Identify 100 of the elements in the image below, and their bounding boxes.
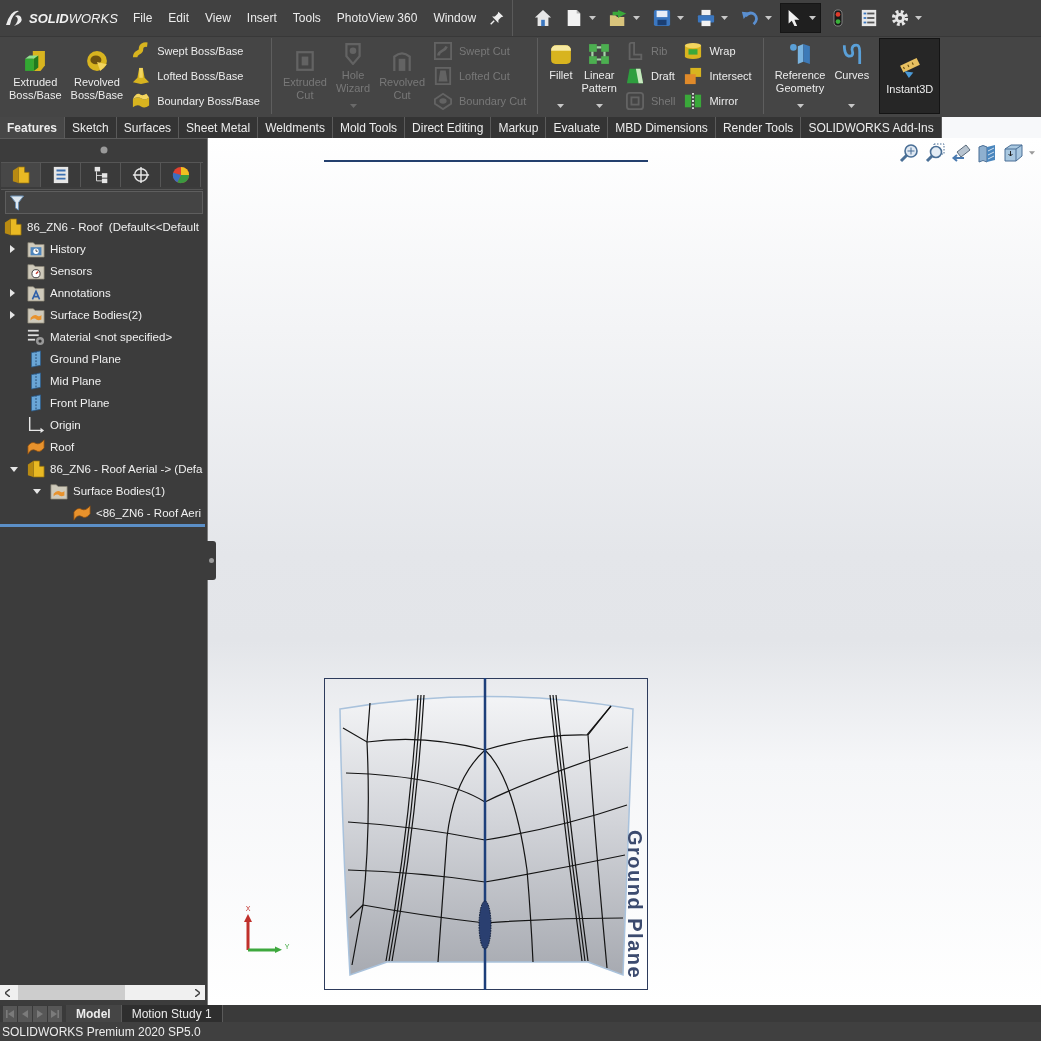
panel-handle-icon[interactable] [207,541,216,580]
filter-field[interactable] [5,191,203,214]
panel-grip-icon[interactable] [99,145,108,154]
list-icon [860,9,879,27]
caret-icon[interactable] [915,16,923,20]
hatched-block-icon[interactable] [977,143,997,163]
cut-ring-icon [391,50,414,72]
cut-block-icon [293,50,316,72]
ribbon-button[interactable]: Revolved Boss/Base [67,38,127,114]
tree-item[interactable]: History [27,240,86,258]
zoom-area-icon[interactable] [925,143,945,163]
tree-item[interactable]: Ground Plane [27,350,121,368]
ribbon-button[interactable]: Mirror [681,88,755,114]
y-axis-arrow [248,946,282,953]
bottom-tab[interactable]: Model [66,1005,122,1022]
scrollbar-thumb[interactable] [18,985,125,1000]
tree-item[interactable]: 86_ZN6 - Roof Aerial -> (Defa [27,460,203,478]
caret-icon[interactable] [809,16,817,20]
planes-icon [789,43,811,65]
command-tab[interactable]: Sheet Metal [179,117,259,138]
logo-text: SOLIDWORKS [29,10,118,26]
surface-icon [73,504,91,522]
ribbon-button[interactable]: Reference Geometry [771,38,829,114]
menu-item[interactable]: Insert [238,8,285,28]
horizontal-scrollbar[interactable] [0,985,205,1000]
tree-item[interactable]: Surface Bodies(2) [27,306,143,324]
ruler-icon [898,56,921,79]
caret-icon[interactable] [765,16,773,20]
ribbon-button[interactable]: Swept Boss/Base [129,38,263,64]
ribbon-button[interactable]: Intersect [681,63,755,89]
caret-icon[interactable] [633,16,641,20]
caret-icon[interactable] [677,16,685,20]
expand-arrow-icon[interactable] [10,311,15,319]
menu-item[interactable]: Edit [160,8,198,28]
ribbon-button[interactable]: Curves [831,38,873,114]
rounded-cube-icon [549,43,572,65]
command-tab[interactable]: Weldments [258,117,333,138]
sphere-icon [171,166,190,184]
tree-item[interactable]: Surface Bodies(1) [50,482,166,500]
command-tab[interactable]: Direct Editing [405,117,492,138]
command-tab[interactable]: Sketch [65,117,117,138]
ribbon-button[interactable]: Wrap [681,38,755,64]
menu-item[interactable]: PhotoView 360 [328,8,426,28]
tree-item[interactable]: Material <not specified> [27,328,173,346]
caret-icon[interactable] [848,104,856,108]
command-tab[interactable]: SOLIDWORKS Add-Ins [801,117,942,138]
panel-tab[interactable] [1,163,41,187]
menu-item[interactable]: Window [425,8,485,28]
bottom-tab[interactable]: Motion Study 1 [121,1005,223,1022]
crosshair-icon [131,166,150,184]
surface-folder-icon [50,482,68,500]
tree-item[interactable]: <86_ZN6 - Roof Aeri [73,504,202,522]
command-tab[interactable]: Features [0,117,66,138]
zoom-fit-icon[interactable] [899,143,919,163]
menu-item[interactable]: Tools [284,8,329,28]
ribbon-button[interactable]: Draft [622,63,679,89]
tree-item[interactable]: Annotations [27,284,111,302]
menu-item[interactable]: View [197,8,239,28]
collapse-arrow-icon[interactable] [33,488,41,494]
cube-icon[interactable] [1003,143,1023,163]
pin-icon[interactable] [490,11,505,25]
ribbon-button[interactable]: Extruded Boss/Base [6,38,65,114]
tree-item[interactable]: Mid Plane [27,372,102,390]
menu-item[interactable]: File [125,8,161,28]
blocks-icon [11,166,30,184]
select-button[interactable] [780,3,822,33]
ribbon-button[interactable]: Fillet [546,38,576,114]
ribbon-button[interactable]: Lofted Boss/Base [129,63,263,89]
caret-icon[interactable] [721,16,729,20]
command-tab[interactable]: Markup [491,117,547,138]
grid-icon [588,43,611,65]
tree-item[interactable]: Front Plane [27,394,110,412]
scroll-left-icon[interactable] [5,988,10,997]
tree-item[interactable]: Origin [27,416,81,434]
command-tab[interactable]: Mold Tools [332,117,406,138]
caret-icon[interactable] [589,16,597,20]
folder-arrow-icon [609,9,628,27]
expand-arrow-icon[interactable] [10,289,15,297]
caret-icon[interactable] [557,104,565,108]
shell-icon [625,92,644,111]
scroll-right-icon[interactable] [195,988,200,997]
curve-icon [840,43,863,65]
tree-item[interactable]: 86_ZN6 - Roof (Default<<Default [4,218,199,236]
floppy-icon [653,9,672,27]
tree-item[interactable]: Roof [27,438,75,456]
ribbon-button[interactable]: Linear Pattern [578,38,620,114]
expand-arrow-icon[interactable] [10,245,15,253]
collapse-arrow-icon[interactable] [10,466,18,472]
caret-icon[interactable] [595,104,603,108]
undo-icon [741,9,760,27]
cylinder-arrow-icon[interactable] [951,143,971,163]
caret-icon[interactable] [796,104,804,108]
command-tab[interactable]: Surfaces [116,117,180,138]
tree-item[interactable]: Sensors [27,262,93,280]
command-tab[interactable]: MBD Dimensions [608,117,716,138]
ribbon-button[interactable]: Instant3D [879,38,941,114]
printer-icon [697,9,716,27]
command-tab[interactable]: Render Tools [715,117,802,138]
command-tab[interactable]: Evaluate [546,117,609,138]
ribbon-button[interactable]: Boundary Boss/Base [129,88,263,114]
